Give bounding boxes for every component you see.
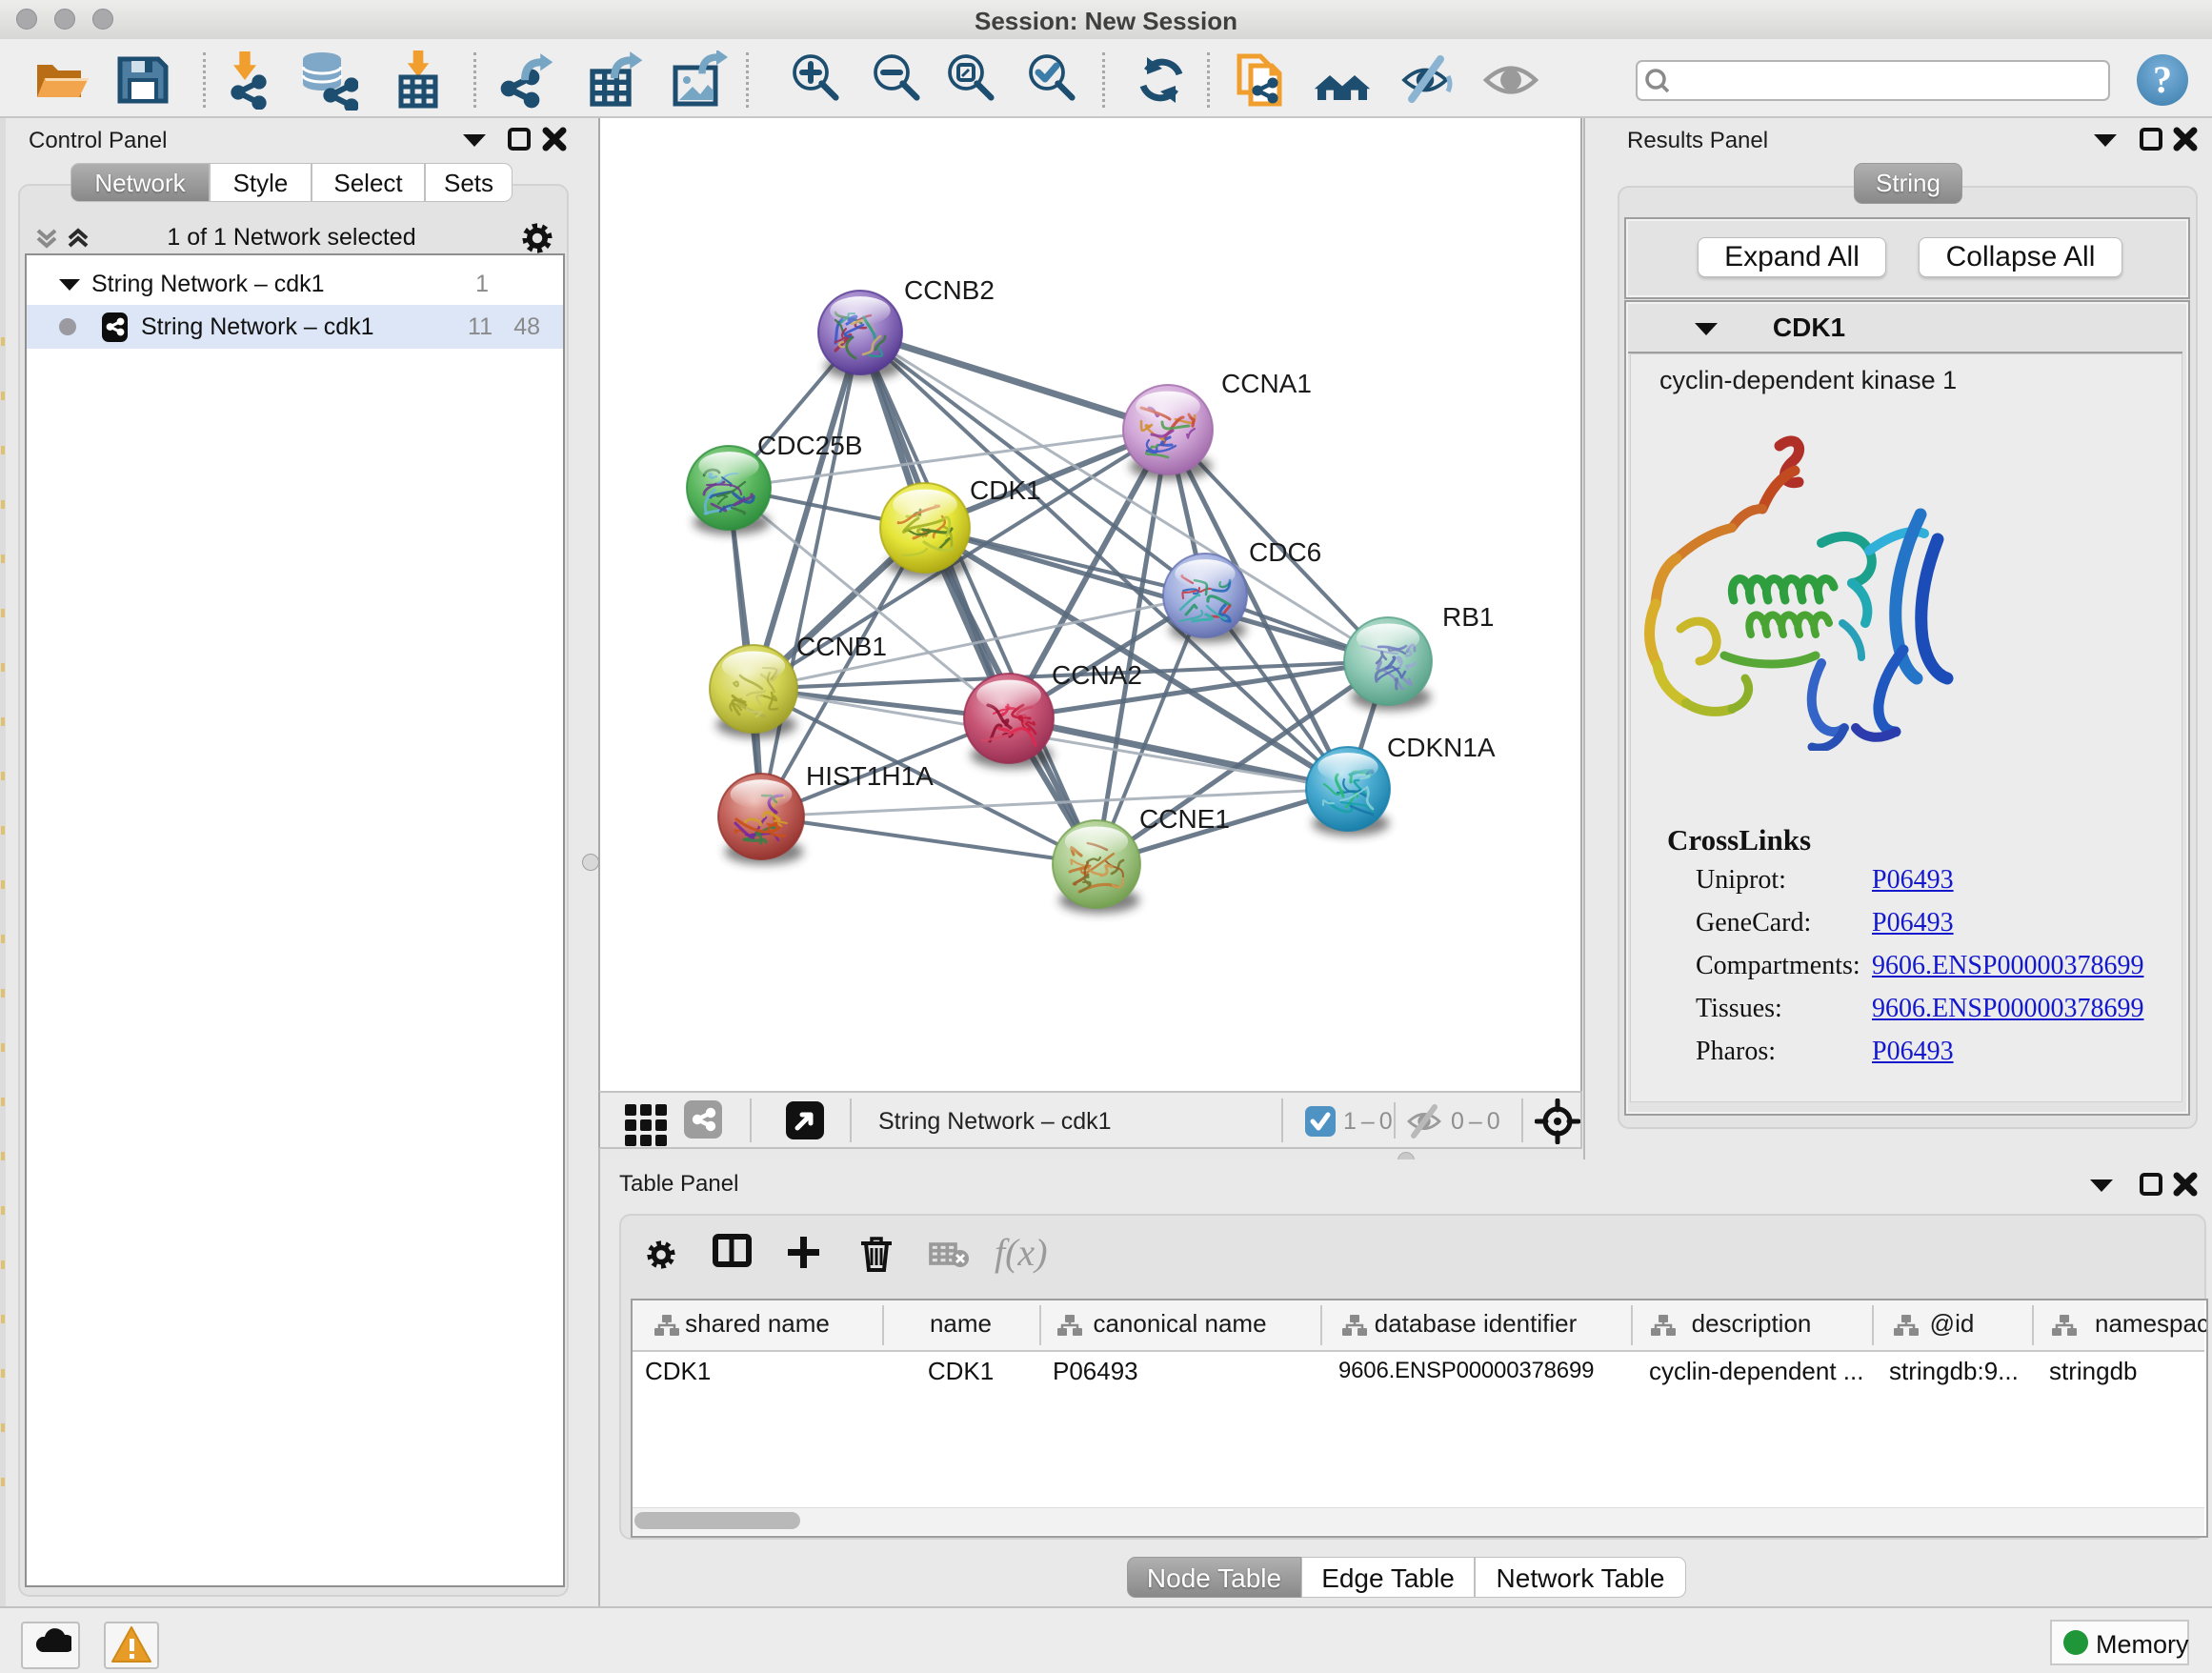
svg-text:CDC6: CDC6 [1249, 537, 1321, 567]
svg-text:CCNA1: CCNA1 [1221, 369, 1312, 398]
svg-text:CDC25B: CDC25B [757, 431, 862, 460]
svg-text:CCNE1: CCNE1 [1139, 804, 1230, 834]
svg-text:CDK1: CDK1 [970, 475, 1041, 505]
svg-text:RB1: RB1 [1442, 602, 1494, 632]
svg-text:CCNB2: CCNB2 [904, 275, 995, 305]
svg-text:CCNB1: CCNB1 [796, 632, 887, 661]
svg-text:CCNA2: CCNA2 [1052, 660, 1142, 690]
svg-text:CDKN1A: CDKN1A [1387, 733, 1496, 762]
svg-text:HIST1H1A: HIST1H1A [806, 761, 934, 791]
